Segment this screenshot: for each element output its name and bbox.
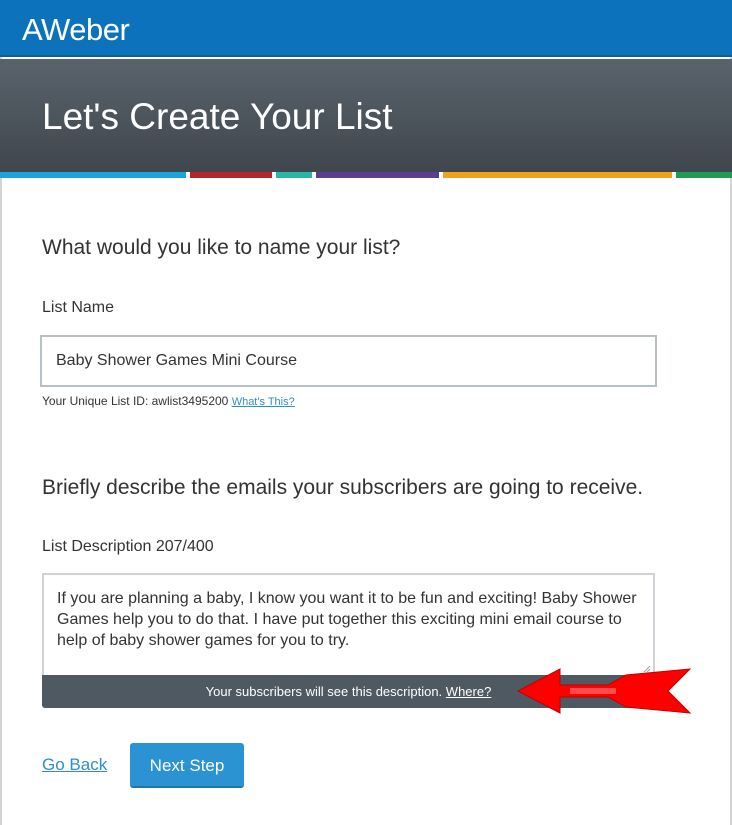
page-header: Let's Create Your List [0,59,732,172]
red-arrow-annotation [516,668,692,714]
next-step-button[interactable]: Next Step [130,743,244,788]
unique-list-id-text: Your Unique List ID: awlist3495200 [42,394,229,408]
unique-list-id: Your Unique List ID: awlist3495200 What'… [42,394,295,408]
list-description-label: List Description 207/400 [42,538,214,555]
list-name-input[interactable]: Baby Shower Games Mini Course [40,335,657,387]
where-link[interactable]: Where? [446,684,492,699]
go-back-link[interactable]: Go Back [42,755,107,775]
stripe-teal [276,172,312,178]
stripe-purple [316,172,439,178]
list-name-label: List Name [42,299,115,316]
name-section-heading: What would you like to name your list? [42,236,401,259]
description-note-text: Your subscribers will see this descripti… [205,684,443,699]
stripe-red [190,172,272,178]
list-description-text: If you are planning a baby, I know you w… [57,590,637,649]
list-description-textarea[interactable]: If you are planning a baby, I know you w… [42,573,655,675]
description-section-heading: Briefly describe the emails your subscri… [42,476,644,499]
color-stripes [0,172,732,178]
stripe-green [676,172,732,178]
top-bar: AWeber [0,0,732,57]
page-title: Let's Create Your List [42,96,393,137]
stripe-blue [0,172,186,178]
aweber-logo[interactable]: AWeber [22,12,130,48]
stripe-orange [443,172,672,178]
whats-this-link[interactable]: What's This? [232,396,295,408]
